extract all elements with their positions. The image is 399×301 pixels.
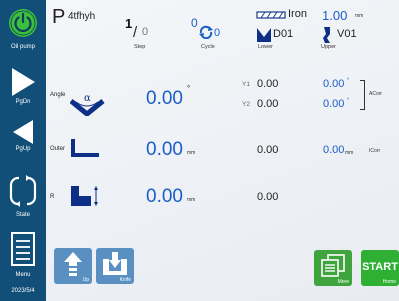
state-button[interactable]: State — [0, 170, 46, 222]
y1-value: 0.00 — [257, 78, 279, 90]
r-value[interactable]: 0.00 — [146, 186, 183, 208]
outer-unit: mm — [187, 150, 196, 156]
start-label: START — [362, 261, 398, 273]
thickness-unit: mm — [355, 13, 364, 19]
angle-corr-2-unit: ° — [347, 98, 350, 104]
oil-pump-button[interactable]: Oil pump — [0, 6, 46, 56]
menu-list-icon — [11, 232, 35, 266]
step-label: Step — [134, 44, 146, 50]
upper-label: Upper — [321, 44, 336, 50]
angle-label: Angle — [50, 92, 66, 98]
angle-unit: ° — [187, 84, 191, 93]
main-panel: P 4tfhyh 1 / 0 Step 0 0 Cycle Iron 1.00 … — [46, 0, 399, 301]
date-display: 2023/5/4 — [11, 288, 35, 294]
angle-value[interactable]: 0.00 — [146, 88, 183, 110]
alpha-symbol: α — [84, 93, 91, 104]
y1-label: Y1 — [242, 81, 250, 88]
r-unit: mm — [187, 197, 196, 203]
cycle-arrows-icon — [9, 175, 37, 207]
angle-corr-2-value[interactable]: 0.00 — [323, 98, 344, 110]
r-label: R — [50, 194, 55, 200]
up-label: Up — [82, 277, 89, 283]
step-slash: / — [133, 24, 138, 41]
outer-corr-unit: mm — [345, 150, 354, 156]
documents-icon — [321, 254, 345, 277]
outer-label: Outer — [50, 146, 66, 152]
more-button[interactable]: More — [314, 250, 352, 286]
angle-bend-icon: α — [70, 93, 105, 116]
angle-corr-1-unit: ° — [347, 78, 350, 84]
home-label: Home — [382, 279, 396, 285]
thickness-value[interactable]: 1.00 — [322, 8, 347, 23]
page-up-label: PgUp — [15, 146, 31, 152]
state-label: State — [15, 212, 30, 218]
outer-corr-value[interactable]: 0.00 — [323, 144, 344, 156]
knife-die-icon — [103, 252, 127, 275]
cycle-current: 0 — [191, 16, 198, 30]
cycle-icon — [199, 25, 213, 39]
lower-die-value[interactable]: D01 — [273, 28, 293, 40]
outer-dimension-icon — [71, 139, 99, 157]
step-current: 1 — [125, 16, 133, 31]
icorr-label: ICorr — [369, 148, 381, 154]
cycle-label: Cycle — [201, 44, 215, 50]
more-label: More — [337, 279, 349, 285]
lower-die-icon — [257, 28, 271, 42]
oil-pump-label: Oil pump — [10, 44, 35, 50]
arrow-left-icon — [13, 120, 33, 144]
up-button[interactable]: Up — [54, 248, 92, 284]
r-axis-icon — [71, 186, 98, 206]
material-name[interactable]: Iron — [288, 8, 307, 20]
arrow-right-icon — [12, 68, 35, 96]
cycle-total: 0 — [214, 27, 221, 39]
menu-label: Menu — [15, 272, 31, 278]
lower-label: Lower — [258, 44, 273, 50]
program-name[interactable]: 4tfhyh — [68, 11, 95, 22]
upper-punch-value[interactable]: V01 — [337, 28, 357, 40]
r-actual-value: 0.00 — [257, 191, 279, 203]
angle-corr-1-value[interactable]: 0.00 — [323, 78, 344, 90]
start-button[interactable]: START Home — [361, 250, 399, 286]
knife-button[interactable]: Knife — [96, 248, 134, 284]
sidebar: Oil pump PgDn PgUp State Menu 2023/5/4 — [0, 0, 46, 301]
power-icon — [9, 9, 37, 37]
page-down-button[interactable]: PgDn — [0, 64, 46, 109]
upper-punch-icon — [323, 27, 330, 43]
knife-label: Knife — [119, 277, 131, 283]
y2-label: Y2 — [242, 101, 250, 108]
page-up-button[interactable]: PgUp — [0, 118, 46, 158]
menu-button[interactable]: Menu — [0, 228, 46, 282]
y2-value: 0.00 — [257, 98, 279, 110]
program-letter: P — [52, 6, 66, 28]
page-down-label: PgDn — [15, 99, 31, 105]
material-plate-icon — [256, 11, 286, 19]
arrow-up-icon — [64, 252, 82, 276]
acorr-label: ACorr — [369, 91, 383, 97]
outer-value[interactable]: 0.00 — [146, 139, 183, 161]
acorr-bracket — [360, 80, 365, 110]
outer-actual-value: 0.00 — [257, 144, 279, 156]
step-total: 0 — [142, 26, 149, 38]
